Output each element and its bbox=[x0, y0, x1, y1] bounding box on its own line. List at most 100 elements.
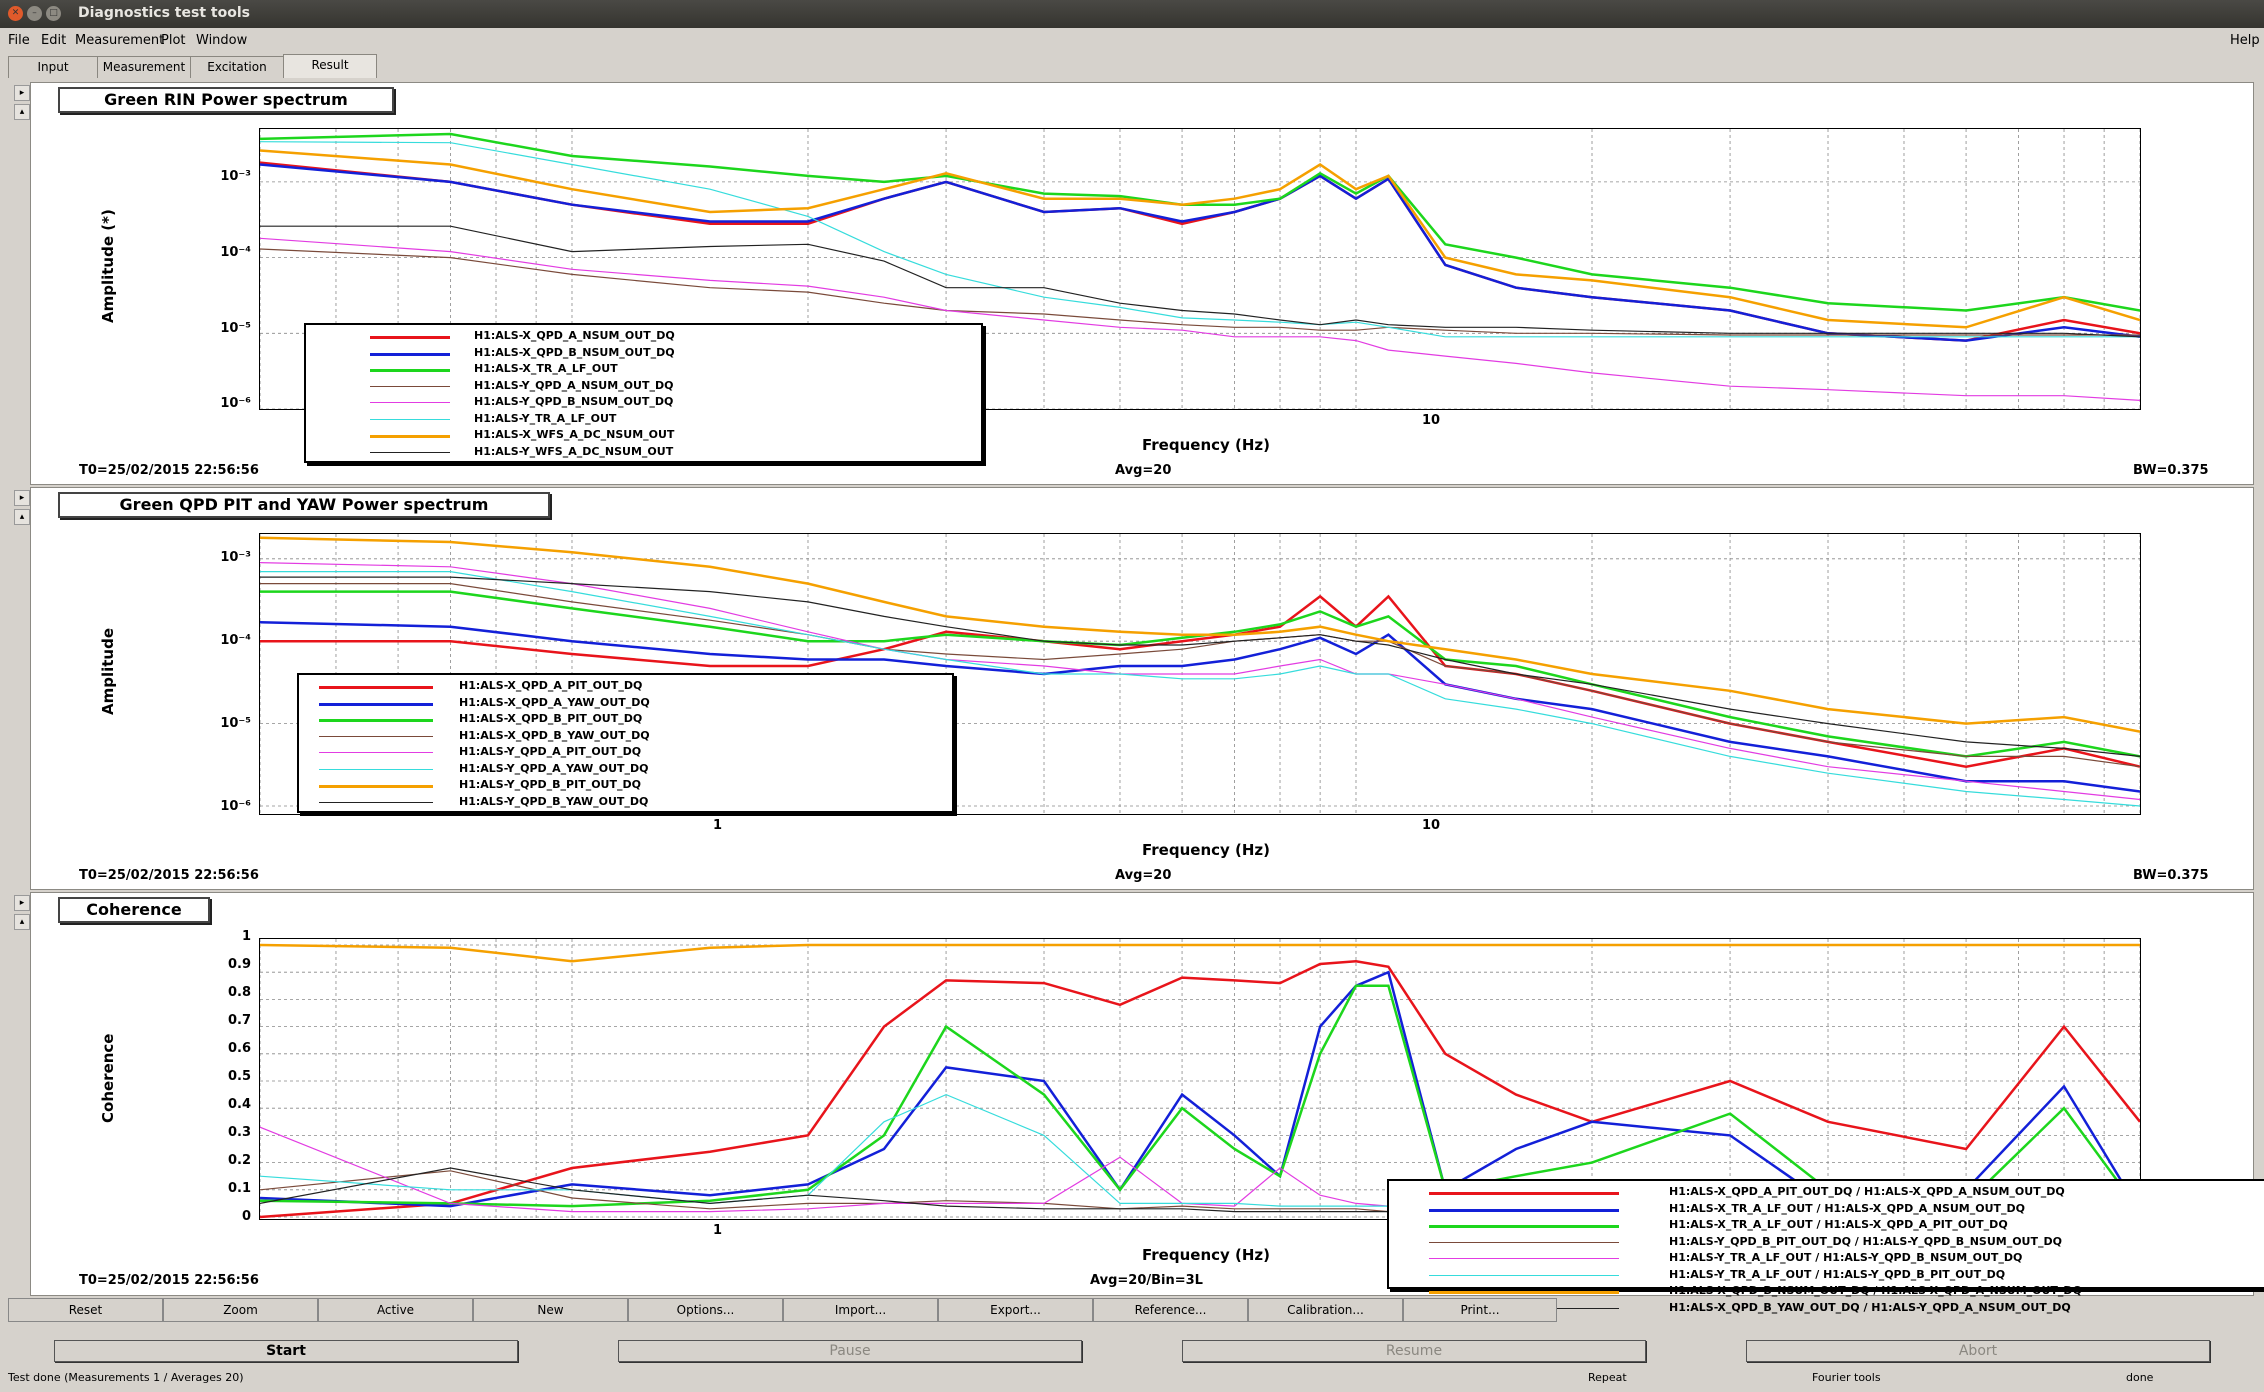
y-tick: 10⁻⁴ bbox=[220, 633, 251, 648]
pane1-collapse-icon[interactable]: ▴ bbox=[14, 104, 30, 120]
series-line bbox=[260, 163, 2140, 342]
legend-label: H1:ALS-Y_TR_A_LF_OUT / H1:ALS-Y_QPD_B_PI… bbox=[1669, 1267, 2006, 1281]
minimize-window-icon[interactable]: – bbox=[27, 6, 42, 21]
series-line bbox=[260, 141, 2140, 338]
series-line bbox=[260, 225, 2140, 338]
series-line bbox=[260, 132, 2140, 312]
legend-label: H1:ALS-X_QPD_A_YAW_OUT_DQ bbox=[459, 695, 650, 709]
reference-button[interactable]: Reference... bbox=[1093, 1298, 1248, 1322]
export-button[interactable]: Export... bbox=[938, 1298, 1093, 1322]
legend-label: H1:ALS-X_QPD_B_NSUM_OUT_DQ / H1:ALS-X_QP… bbox=[1669, 1284, 2082, 1297]
series-line bbox=[260, 161, 2140, 342]
legend-entry: H1:ALS-Y_WFS_A_DC_NSUM_OUT bbox=[306, 445, 981, 462]
start-button[interactable]: Start bbox=[54, 1340, 518, 1362]
t0-label: T0=25/02/2015 22:56:56 bbox=[79, 1273, 259, 1288]
legend-swatch bbox=[319, 785, 433, 788]
pane2-collapse-icon[interactable]: ▴ bbox=[14, 509, 30, 525]
legend-entry: H1:ALS-Y_QPD_B_PIT_OUT_DQ bbox=[299, 778, 952, 795]
menu-bar: File Edit Measurement Plot Window Help bbox=[0, 30, 2264, 52]
legend-label: H1:ALS-X_TR_A_LF_OUT / H1:ALS-X_QPD_A_NS… bbox=[1669, 1201, 2026, 1215]
legend-swatch bbox=[1429, 1291, 1619, 1294]
legend-entry: H1:ALS-X_TR_A_LF_OUT / H1:ALS-X_QPD_A_NS… bbox=[1389, 1202, 2264, 1219]
plot-area[interactable] bbox=[259, 938, 2141, 1220]
tab-excitation[interactable]: Excitation bbox=[190, 56, 284, 78]
y-tick: 1 bbox=[241, 929, 251, 944]
legend-swatch bbox=[319, 686, 433, 689]
legend-swatch bbox=[370, 418, 450, 420]
avg-label: Avg=20/Bin=3L bbox=[1090, 1273, 1203, 1288]
menu-measurement[interactable]: Measurement bbox=[75, 33, 164, 48]
plot-title: Green QPD PIT and YAW Power spectrum bbox=[58, 492, 550, 518]
legend-swatch bbox=[370, 385, 450, 387]
legend-swatch bbox=[370, 451, 450, 453]
legend-entry: H1:ALS-Y_TR_A_LF_OUT / H1:ALS-Y_QPD_B_PI… bbox=[1389, 1268, 2264, 1285]
y-tick: 0.5 bbox=[227, 1069, 251, 1084]
avg-label: Avg=20 bbox=[1115, 868, 1172, 883]
menu-file[interactable]: File bbox=[8, 33, 30, 48]
y-tick: 10⁻³ bbox=[220, 550, 251, 565]
legend-swatch bbox=[319, 768, 433, 770]
active-button[interactable]: Active bbox=[318, 1298, 473, 1322]
legend-swatch bbox=[319, 702, 433, 706]
calibration-button[interactable]: Calibration... bbox=[1248, 1298, 1403, 1322]
maximize-window-icon[interactable]: □ bbox=[46, 6, 61, 21]
legend-label: H1:ALS-Y_QPD_A_PIT_OUT_DQ bbox=[459, 745, 642, 758]
y-axis-label: Amplitude (*) bbox=[99, 209, 117, 323]
legend[interactable]: H1:ALS-X_QPD_A_PIT_OUT_DQ H1:ALS-X_QPD_A_… bbox=[297, 673, 954, 813]
print-button[interactable]: Print... bbox=[1403, 1298, 1557, 1322]
legend-swatch bbox=[1429, 1208, 1619, 1212]
legend-label: H1:ALS-X_QPD_B_PIT_OUT_DQ bbox=[459, 712, 643, 725]
legend-swatch bbox=[370, 369, 450, 372]
reset-button[interactable]: Reset bbox=[8, 1298, 163, 1322]
plot-button-bar: Reset Zoom Active New Options... Import.… bbox=[8, 1298, 2256, 1322]
legend-swatch bbox=[319, 735, 433, 737]
menu-edit[interactable]: Edit bbox=[41, 33, 66, 48]
y-tick: 0.4 bbox=[227, 1097, 251, 1112]
legend-label: H1:ALS-X_TR_A_LF_OUT bbox=[474, 362, 618, 375]
legend[interactable]: H1:ALS-X_QPD_A_NSUM_OUT_DQ H1:ALS-X_QPD_B… bbox=[304, 323, 983, 463]
legend[interactable]: H1:ALS-X_QPD_A_PIT_OUT_DQ / H1:ALS-X_QPD… bbox=[1387, 1179, 2264, 1314]
legend-swatch bbox=[1429, 1241, 1619, 1243]
legend-label: H1:ALS-Y_QPD_A_YAW_OUT_DQ bbox=[459, 761, 649, 775]
pane3-collapse-icon[interactable]: ▴ bbox=[14, 914, 30, 930]
x-axis-label: Frequency (Hz) bbox=[1142, 841, 1271, 859]
zoom-button[interactable]: Zoom bbox=[163, 1298, 318, 1322]
legend-entry: H1:ALS-Y_QPD_B_PIT_OUT_DQ / H1:ALS-Y_QPD… bbox=[1389, 1235, 2264, 1252]
legend-label: H1:ALS-Y_QPD_A_NSUM_OUT_DQ bbox=[474, 378, 674, 392]
legend-entry: H1:ALS-X_QPD_A_NSUM_OUT_DQ bbox=[306, 329, 981, 346]
tab-measurement[interactable]: Measurement bbox=[97, 56, 191, 78]
y-tick: 0.9 bbox=[227, 957, 251, 972]
pause-button[interactable]: Pause bbox=[618, 1340, 1082, 1362]
resume-button[interactable]: Resume bbox=[1182, 1340, 1646, 1362]
menu-help[interactable]: Help bbox=[2230, 33, 2260, 48]
import-button[interactable]: Import... bbox=[783, 1298, 938, 1322]
legend-entry: H1:ALS-X_QPD_B_NSUM_OUT_DQ bbox=[306, 346, 981, 363]
bw-label: BW=0.375 bbox=[2133, 868, 2209, 883]
y-axis-label: Amplitude bbox=[99, 627, 117, 715]
y-tick: 0.6 bbox=[227, 1041, 251, 1056]
y-tick: 10⁻³ bbox=[220, 169, 251, 184]
abort-button[interactable]: Abort bbox=[1746, 1340, 2210, 1362]
options-button[interactable]: Options... bbox=[628, 1298, 783, 1322]
legend-swatch bbox=[1429, 1258, 1619, 1259]
close-window-icon[interactable]: ✕ bbox=[8, 6, 23, 21]
legend-label: H1:ALS-Y_QPD_B_YAW_OUT_DQ bbox=[459, 794, 649, 808]
tab-result[interactable]: Result bbox=[283, 54, 377, 78]
pane3-expand-icon[interactable]: ▸ bbox=[14, 895, 30, 911]
new-button[interactable]: New bbox=[473, 1298, 628, 1322]
menu-window[interactable]: Window bbox=[196, 33, 247, 48]
legend-entry: H1:ALS-X_WFS_A_DC_NSUM_OUT bbox=[306, 428, 981, 445]
y-tick: 0.7 bbox=[227, 1013, 251, 1028]
plot-pane-coherence[interactable]: Coherence Coherence 1 0.9 0.8 0.7 0.6 0.… bbox=[30, 892, 2264, 1314]
y-tick: 10⁻⁶ bbox=[220, 396, 251, 411]
tab-input[interactable]: Input bbox=[8, 56, 98, 78]
legend-entry: H1:ALS-X_QPD_A_PIT_OUT_DQ bbox=[299, 679, 952, 696]
pane1-expand-icon[interactable]: ▸ bbox=[14, 85, 30, 101]
status-tools: Fourier tools bbox=[1812, 1371, 1881, 1384]
legend-label: H1:ALS-X_QPD_B_NSUM_OUT_DQ bbox=[474, 345, 675, 359]
menu-plot[interactable]: Plot bbox=[161, 33, 186, 48]
plot-pane-rin[interactable]: Green RIN Power spectrum Amplitude (*) 1… bbox=[30, 82, 2254, 485]
plot-pane-qpd[interactable]: Green QPD PIT and YAW Power spectrum Amp… bbox=[30, 487, 2254, 890]
avg-label: Avg=20 bbox=[1115, 463, 1172, 478]
pane2-expand-icon[interactable]: ▸ bbox=[14, 490, 30, 506]
